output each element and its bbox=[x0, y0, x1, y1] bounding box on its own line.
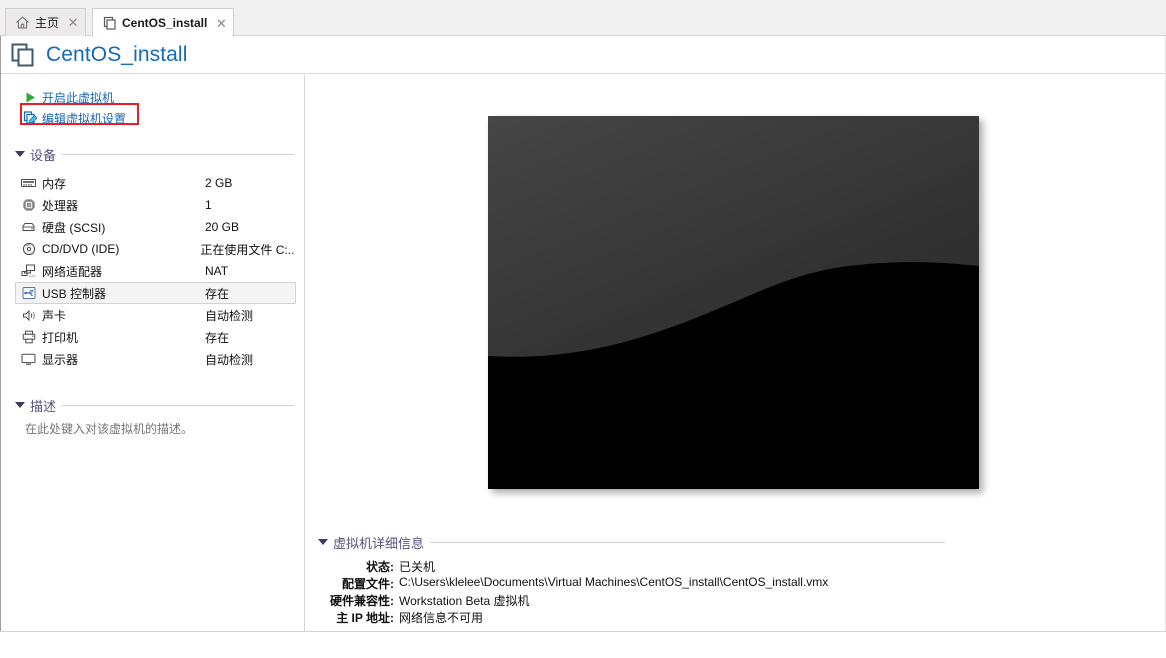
device-value: 正在使用文件 C:... bbox=[200, 242, 295, 257]
device-name: 内存 bbox=[42, 176, 67, 191]
device-name: 打印机 bbox=[42, 330, 79, 345]
device-row-printer[interactable]: 打印机 存在 bbox=[15, 326, 296, 348]
vm-details-section-header[interactable]: 虚拟机详细信息 bbox=[318, 533, 945, 551]
device-value: 自动检测 bbox=[205, 352, 254, 367]
detail-row-state: 状态: 已关机 bbox=[310, 558, 1155, 575]
device-name: 网络适配器 bbox=[42, 264, 103, 279]
home-icon bbox=[15, 15, 30, 30]
description-section-header[interactable]: 描述 bbox=[15, 396, 294, 414]
detail-value: C:\Users\klelee\Documents\Virtual Machin… bbox=[399, 575, 829, 589]
printer-icon bbox=[20, 329, 37, 345]
power-on-vm-link[interactable]: 开启此虚拟机 bbox=[23, 89, 114, 106]
collapse-triangle-icon[interactable] bbox=[318, 539, 328, 545]
collapse-triangle-icon[interactable] bbox=[15, 151, 25, 157]
device-row-processor[interactable]: 处理器 1 bbox=[15, 194, 296, 216]
device-value: 1 bbox=[205, 198, 212, 212]
device-value: 2 GB bbox=[205, 176, 233, 190]
detail-label: 配置文件: bbox=[342, 577, 394, 591]
tab-centos-install[interactable]: CentOS_install ✕ bbox=[92, 8, 235, 37]
device-list: 内存 2 GB 处理器 1 硬盘 (SCSI) 20 GB CD/DVD (ID… bbox=[15, 172, 296, 370]
network-adapter-icon bbox=[20, 263, 37, 279]
device-name: 显示器 bbox=[42, 352, 79, 367]
detail-row-primary-ip: 主 IP 地址: 网络信息不可用 bbox=[310, 609, 1155, 626]
device-value: 自动检测 bbox=[205, 308, 254, 323]
tab-strip: 主页 ✕ CentOS_install ✕ bbox=[0, 0, 1166, 37]
detail-label: 硬件兼容性: bbox=[330, 594, 394, 608]
tab-home[interactable]: 主页 ✕ bbox=[5, 8, 87, 36]
power-on-vm-label: 开启此虚拟机 bbox=[42, 91, 115, 105]
vm-details-rows: 状态: 已关机 配置文件: C:\Users\klelee\Documents\… bbox=[310, 558, 1155, 626]
device-row-network-adapter[interactable]: 网络适配器 NAT bbox=[15, 260, 296, 282]
tab-home-label: 主页 bbox=[35, 16, 60, 30]
detail-label: 状态: bbox=[366, 560, 394, 574]
device-name: CD/DVD (IDE) bbox=[42, 242, 120, 256]
devices-section-header[interactable]: 设备 bbox=[15, 145, 294, 163]
device-row-display[interactable]: 显示器 自动检测 bbox=[15, 348, 296, 370]
status-bar bbox=[0, 631, 1166, 658]
detail-label: 主 IP 地址: bbox=[336, 611, 394, 625]
device-row-cddvd[interactable]: CD/DVD (IDE) 正在使用文件 C:... bbox=[15, 238, 296, 260]
page-header: CentOS_install bbox=[0, 36, 1166, 74]
virtual-machine-icon bbox=[102, 16, 117, 31]
device-value: 存在 bbox=[205, 330, 230, 345]
tab-home-close-icon[interactable]: ✕ bbox=[67, 16, 79, 29]
vm-details-section: 虚拟机详细信息 状态: 已关机 配置文件: C:\Users\klelee\Do… bbox=[310, 533, 1155, 626]
detail-row-config-file: 配置文件: C:\Users\klelee\Documents\Virtual … bbox=[310, 575, 1155, 592]
device-name: 处理器 bbox=[42, 198, 79, 213]
tab-centos-install-label: CentOS_install bbox=[122, 16, 208, 30]
vm-actions: 开启此虚拟机 编辑虚拟机设置 bbox=[1, 75, 304, 127]
vm-details-section-label: 虚拟机详细信息 bbox=[333, 535, 425, 551]
device-row-harddisk[interactable]: 硬盘 (SCSI) 20 GB bbox=[15, 216, 296, 238]
description-placeholder[interactable]: 在此处键入对该虚拟机的描述。 bbox=[25, 420, 304, 437]
page-title: CentOS_install bbox=[46, 42, 188, 66]
device-row-usb-controller[interactable]: USB 控制器 存在 bbox=[15, 282, 296, 304]
sound-card-icon bbox=[20, 307, 37, 323]
device-value: 存在 bbox=[205, 286, 230, 301]
edit-vm-settings-link[interactable]: 编辑虚拟机设置 bbox=[23, 110, 126, 127]
play-icon bbox=[23, 90, 38, 105]
virtual-machine-icon bbox=[10, 42, 36, 68]
vm-screen-thumbnail[interactable] bbox=[488, 116, 979, 489]
description-section-label: 描述 bbox=[30, 398, 57, 414]
vm-summary-sidebar: 开启此虚拟机 编辑虚拟机设置 设备 内存 2 GB 处理器 1 硬盘 (SCSI… bbox=[1, 75, 305, 631]
cpu-icon bbox=[20, 197, 37, 213]
section-rule bbox=[62, 153, 294, 155]
cddvd-icon bbox=[20, 241, 37, 257]
device-value: NAT bbox=[205, 264, 229, 278]
edit-vm-settings-label: 编辑虚拟机设置 bbox=[42, 112, 127, 126]
detail-row-hardware-compatibility: 硬件兼容性: Workstation Beta 虚拟机 bbox=[310, 592, 1155, 609]
harddisk-icon bbox=[20, 219, 37, 235]
device-value: 20 GB bbox=[205, 220, 240, 234]
collapse-triangle-icon[interactable] bbox=[15, 402, 25, 408]
detail-value: Workstation Beta 虚拟机 bbox=[399, 594, 530, 608]
devices-section-label: 设备 bbox=[30, 147, 57, 163]
section-rule bbox=[62, 404, 294, 406]
usb-icon bbox=[20, 285, 37, 301]
edit-vm-settings-icon bbox=[23, 111, 38, 126]
device-name: 硬盘 (SCSI) bbox=[42, 220, 106, 235]
device-name: USB 控制器 bbox=[42, 286, 107, 301]
tab-centos-install-close-icon[interactable]: ✕ bbox=[215, 17, 227, 30]
device-row-sound-card[interactable]: 声卡 自动检测 bbox=[15, 304, 296, 326]
detail-value: 网络信息不可用 bbox=[399, 611, 484, 625]
section-rule bbox=[430, 541, 945, 543]
display-icon bbox=[20, 351, 37, 367]
vm-preview-panel: 虚拟机详细信息 状态: 已关机 配置文件: C:\Users\klelee\Do… bbox=[306, 75, 1165, 631]
device-row-memory[interactable]: 内存 2 GB bbox=[15, 172, 296, 194]
device-name: 声卡 bbox=[42, 308, 67, 323]
memory-icon bbox=[20, 175, 37, 191]
detail-value: 已关机 bbox=[399, 560, 436, 574]
